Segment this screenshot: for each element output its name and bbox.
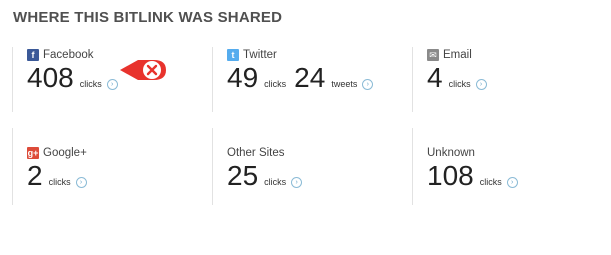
details-arrow-icon[interactable]: › bbox=[506, 177, 518, 188]
click-count: 25 bbox=[227, 160, 259, 191]
card-label: Unknown bbox=[427, 147, 475, 159]
card-label: Twitter bbox=[243, 49, 277, 61]
share-card-twitter: t Twitter 49 clicks 24 tweets › bbox=[212, 47, 412, 112]
click-unit: clicks bbox=[48, 177, 71, 187]
remove-icon[interactable] bbox=[118, 56, 168, 84]
click-count: 408 bbox=[27, 62, 74, 93]
details-arrow-icon[interactable]: › bbox=[291, 177, 303, 188]
details-arrow-icon[interactable]: › bbox=[106, 79, 118, 90]
share-card-email: ✉ Email 4 clicks › bbox=[412, 47, 611, 112]
details-arrow-icon[interactable]: › bbox=[362, 79, 374, 90]
card-label: Facebook bbox=[43, 49, 94, 61]
click-unit: clicks bbox=[264, 177, 287, 187]
facebook-icon: f bbox=[27, 49, 39, 61]
click-count: 49 bbox=[227, 62, 259, 93]
click-unit: clicks bbox=[479, 177, 502, 187]
google-plus-icon: g+ bbox=[27, 147, 39, 159]
click-unit: clicks bbox=[448, 79, 471, 89]
card-label: Email bbox=[443, 49, 472, 61]
email-icon: ✉ bbox=[427, 49, 439, 61]
share-card-other-sites: Other Sites 25 clicks › bbox=[212, 128, 412, 205]
click-count: 108 bbox=[427, 160, 474, 191]
twitter-icon: t bbox=[227, 49, 239, 61]
click-unit: clicks bbox=[264, 79, 287, 89]
details-arrow-icon[interactable]: › bbox=[75, 177, 87, 188]
details-arrow-icon[interactable]: › bbox=[475, 79, 487, 90]
card-label: Google+ bbox=[43, 147, 87, 159]
click-count: 4 bbox=[427, 62, 443, 93]
click-unit: clicks bbox=[79, 79, 102, 89]
click-count: 2 bbox=[27, 160, 43, 191]
page-title: WHERE THIS BITLINK WAS SHARED bbox=[13, 9, 283, 26]
tweet-count: 24 bbox=[294, 62, 326, 93]
share-card-google-plus: g+ Google+ 2 clicks › bbox=[12, 128, 212, 205]
share-card-unknown: Unknown 108 clicks › bbox=[412, 128, 611, 205]
share-card-facebook: f Facebook 408 clicks › bbox=[12, 47, 212, 112]
card-label: Other Sites bbox=[227, 147, 285, 159]
tweet-unit: tweets bbox=[331, 79, 358, 89]
